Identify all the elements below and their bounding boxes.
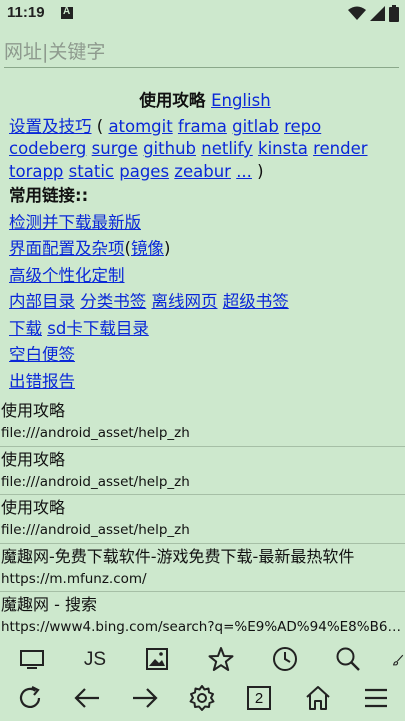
mirror-link-netlify[interactable]: netlify <box>201 139 253 158</box>
tab-count-button[interactable]: 2 <box>246 685 272 711</box>
mirror-link-static[interactable]: static <box>69 162 114 181</box>
image-icon[interactable] <box>144 646 170 672</box>
menu-icon[interactable] <box>361 683 391 713</box>
gear-icon[interactable] <box>187 683 217 713</box>
mirror-link-torapp[interactable]: torapp <box>9 162 63 181</box>
super-bookmarks-link[interactable]: 超级书签 <box>223 292 289 311</box>
history-url: https://www4.bing.com/search?q=%E9%AD%94… <box>1 619 405 635</box>
english-link[interactable]: English <box>211 91 271 110</box>
help-title-row: 使用攻略 English <box>9 90 401 113</box>
mirror-link-pages[interactable]: pages <box>119 162 169 181</box>
tab-count: 2 <box>247 686 271 710</box>
mirror-link-repo[interactable]: repo <box>284 117 321 136</box>
mirror-link-zeabur[interactable]: zeabur <box>174 162 231 181</box>
blank-note-link[interactable]: 空白便签 <box>9 345 75 364</box>
help-content: 使用攻略 English 设置及技巧 ( atomgit frama gitla… <box>9 90 401 395</box>
mirror-link-frama[interactable]: frama <box>178 117 227 136</box>
advanced-custom-link[interactable]: 高级个性化定制 <box>9 266 125 285</box>
settings-tips-link[interactable]: 设置及技巧 <box>9 117 92 136</box>
history-clock-icon[interactable] <box>271 645 299 673</box>
mirror-link-codeberg[interactable]: codeberg <box>9 139 86 158</box>
history-title: 魔趣网-免费下载软件-游戏免费下载-最新最热软件 <box>1 546 355 566</box>
back-arrow-icon[interactable] <box>72 683 102 713</box>
history-title: 使用攻略 <box>1 449 66 469</box>
url-input[interactable] <box>4 38 399 66</box>
history-url: https://m.mfunz.com/ <box>1 570 147 587</box>
mirror-link-github[interactable]: github <box>143 139 196 158</box>
download-link[interactable]: 下载 <box>9 319 42 338</box>
history-title: 使用攻略 <box>1 401 66 420</box>
mirror-link-atomgit[interactable]: atomgit <box>108 117 172 136</box>
paren-close: ) <box>251 161 264 181</box>
internal-dir-link[interactable]: 内部目录 <box>9 292 75 311</box>
js-label: JS <box>83 649 107 670</box>
history-title: 魔趣网 - 搜索 <box>1 595 97 614</box>
history-url: file:///android_asset/help_zh <box>1 425 190 441</box>
wifi-icon <box>348 6 366 20</box>
error-report-link[interactable]: 出错报告 <box>9 372 75 391</box>
js-button[interactable]: JS <box>80 647 110 673</box>
refresh-icon[interactable] <box>15 683 45 713</box>
star-icon[interactable] <box>207 645 235 673</box>
brush-icon[interactable] <box>392 647 405 673</box>
mirror-link-more[interactable]: ... <box>236 162 252 181</box>
list-item[interactable]: 使用攻略 file:///android_asset/help_zh <box>0 447 405 495</box>
check-update-link[interactable]: 检测并下载最新版 <box>9 213 141 232</box>
mirror-link-kinsta[interactable]: kinsta <box>258 139 308 158</box>
status-time: 11:19 <box>7 4 45 21</box>
mirror-links: 设置及技巧 ( atomgit frama gitlab repo codebe… <box>9 116 401 184</box>
sd-download-dir-link[interactable]: sd卡下载目录 <box>47 319 149 338</box>
toolbar-bottom: 2 <box>0 678 405 718</box>
list-item[interactable]: 魔趣网 - 搜索 https://www4.bing.com/search?q=… <box>0 592 405 641</box>
history-url: file:///android_asset/help_zh <box>1 473 190 490</box>
url-bar <box>4 38 399 68</box>
mirror-link-render[interactable]: render <box>313 139 367 158</box>
list-item[interactable]: 魔趣网-免费下载软件-游戏免费下载-最新最热软件 https://m.mfunz… <box>0 544 405 592</box>
page-title: 使用攻略 <box>139 91 206 110</box>
history-title: 使用攻略 <box>1 498 66 517</box>
home-icon[interactable] <box>303 683 333 713</box>
common-links-heading: 常用链接:: <box>9 186 89 205</box>
search-icon[interactable] <box>334 645 362 673</box>
paren-open: ( <box>91 116 109 136</box>
offline-pages-link[interactable]: 离线网页 <box>152 292 218 311</box>
mirror-link-surge[interactable]: surge <box>92 139 138 158</box>
status-bar: 11:19 <box>0 0 405 28</box>
list-item[interactable]: 使用攻略 file:///android_asset/help_zh <box>0 495 405 544</box>
mirror-link[interactable]: 镜像 <box>131 239 164 258</box>
forward-arrow-icon[interactable] <box>130 683 160 713</box>
list-item[interactable]: 使用攻略 file:///android_asset/help_zh <box>0 398 405 447</box>
mirror-link-gitlab[interactable]: gitlab <box>232 117 279 136</box>
ui-config-link[interactable]: 界面配置及杂项 <box>9 239 125 258</box>
desktop-icon[interactable] <box>18 647 46 673</box>
category-bookmarks-link[interactable]: 分类书签 <box>80 292 146 311</box>
system-icons <box>348 5 399 22</box>
battery-icon <box>389 5 399 22</box>
signal-icon <box>370 6 385 21</box>
a-notification-icon <box>61 6 73 19</box>
history-url: file:///android_asset/help_zh <box>1 522 190 538</box>
history-list: 使用攻略 file:///android_asset/help_zh 使用攻略 … <box>0 398 405 641</box>
toolbar-top: JS <box>0 641 405 677</box>
